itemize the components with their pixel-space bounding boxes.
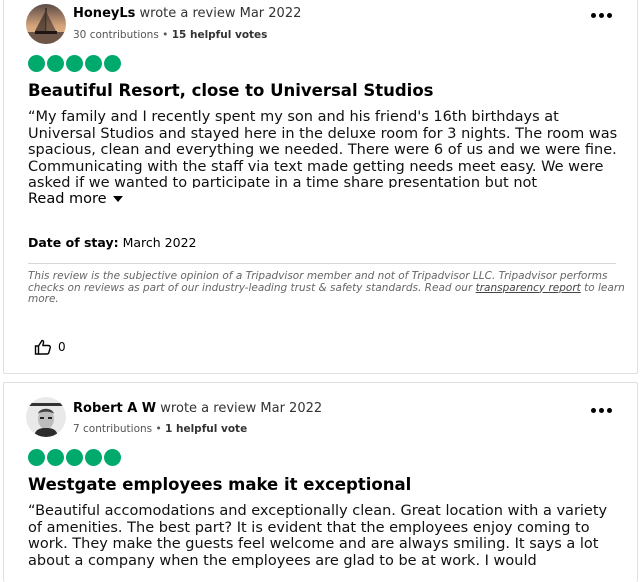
rating-bubbles [28, 55, 121, 72]
divider [28, 263, 616, 264]
rating-bubble [28, 55, 45, 72]
date-of-stay-label: Date of stay: [28, 235, 119, 250]
review-header: HoneyLs wrote a review Mar 2022 [73, 6, 301, 21]
date-of-stay: Date of stay: March 2022 [28, 235, 196, 250]
user-meta: 7 contributions • 1 helpful vote [73, 423, 247, 435]
helpful-votes-count: 1 helpful vote [165, 423, 248, 435]
user-meta: 30 contributions • 15 helpful votes [73, 29, 267, 41]
date-of-stay-value: March 2022 [122, 235, 197, 250]
username[interactable]: Robert A W [73, 401, 156, 416]
rating-bubble [85, 55, 102, 72]
rating-bubble [47, 55, 64, 72]
review-header: Robert A W wrote a review Mar 2022 [73, 401, 322, 416]
read-more-button[interactable]: Read more [28, 191, 123, 207]
helpful-votes-count: 15 helpful votes [171, 29, 268, 41]
review-title[interactable]: Beautiful Resort, close to Universal Stu… [28, 81, 433, 100]
review-disclaimer: This review is the subjective opinion of… [28, 270, 628, 306]
username[interactable]: HoneyLs [73, 6, 135, 21]
review-text: “My family and I recently spent my son a… [28, 109, 618, 188]
more-options-icon[interactable] [591, 407, 613, 415]
more-options-icon[interactable] [591, 12, 613, 20]
avatar[interactable] [26, 4, 66, 44]
thumbs-up-icon [34, 339, 51, 355]
rating-bubble [104, 55, 121, 72]
review-text: “Beautiful accomodations and exceptional… [28, 503, 608, 569]
meta-separator: • [162, 29, 169, 41]
review-card: HoneyLs wrote a review Mar 2022 30 contr… [3, 0, 638, 374]
rating-bubble [66, 449, 83, 466]
avatar-image [26, 4, 66, 44]
rating-bubble [28, 449, 45, 466]
review-card: Robert A W wrote a review Mar 2022 7 con… [3, 382, 638, 582]
contributions-count: 7 contributions [73, 423, 153, 435]
rating-bubble [85, 449, 102, 466]
contributions-count: 30 contributions [73, 29, 159, 41]
helpful-count: 0 [58, 340, 66, 354]
avatar[interactable] [26, 397, 66, 437]
chevron-down-icon [112, 196, 123, 202]
rating-bubble [104, 449, 121, 466]
avatar-image [26, 397, 66, 437]
rating-bubble [47, 449, 64, 466]
helpful-button[interactable]: 0 [34, 339, 66, 355]
meta-separator: • [155, 423, 162, 435]
read-more-label: Read more [28, 191, 107, 207]
rating-bubbles [28, 449, 121, 466]
review-action: wrote a review Mar 2022 [139, 6, 302, 21]
transparency-report-link[interactable]: transparency report [476, 282, 581, 294]
rating-bubble [66, 55, 83, 72]
review-title[interactable]: Westgate employees make it exceptional [28, 475, 411, 494]
review-action: wrote a review Mar 2022 [160, 401, 323, 416]
